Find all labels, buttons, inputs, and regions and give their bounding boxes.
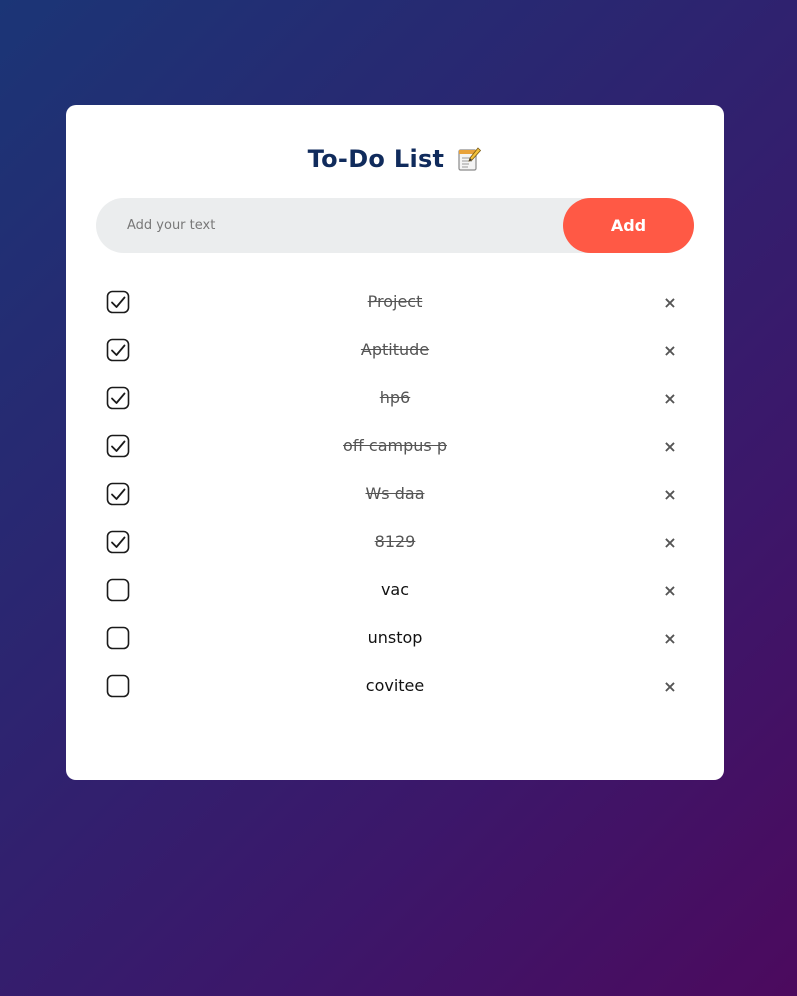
task-item: off campus p × (96, 422, 694, 470)
notepad-icon (456, 146, 482, 172)
delete-task-button[interactable]: × (660, 532, 680, 554)
task-label: covitee (365, 676, 425, 695)
add-button[interactable]: Add (563, 198, 694, 253)
unchecked-checkbox-icon[interactable] (106, 674, 130, 698)
task-item: covitee × (96, 662, 694, 710)
delete-task-button[interactable]: × (660, 388, 680, 410)
task-item: vac × (96, 566, 694, 614)
checked-checkbox-icon[interactable] (106, 386, 130, 410)
delete-task-button[interactable]: × (660, 292, 680, 314)
task-label: Aptitude (360, 340, 430, 359)
task-item: unstop × (96, 614, 694, 662)
checked-checkbox-icon[interactable] (106, 290, 130, 314)
delete-task-button[interactable]: × (660, 628, 680, 650)
task-item: Aptitude × (96, 326, 694, 374)
task-label: 8129 (374, 532, 416, 551)
task-item: 8129 × (96, 518, 694, 566)
task-label: vac (380, 580, 410, 599)
task-label: Ws daa (365, 484, 425, 503)
task-label: Project (367, 292, 423, 311)
checked-checkbox-icon[interactable] (106, 482, 130, 506)
unchecked-checkbox-icon[interactable] (106, 578, 130, 602)
task-item: Project × (96, 278, 694, 326)
task-label: unstop (367, 628, 423, 647)
delete-task-button[interactable]: × (660, 436, 680, 458)
add-task-bar: Add (96, 198, 694, 253)
page-title: To-Do List (307, 145, 445, 173)
checked-checkbox-icon[interactable] (106, 530, 130, 554)
delete-task-button[interactable]: × (660, 340, 680, 362)
todo-card: To-Do List Add Project×Aptitude×hp6×off … (66, 105, 724, 780)
task-list: Project × Aptitude × hp6 × off campus p × Ws daa… (96, 278, 694, 710)
task-item: hp6 × (96, 374, 694, 422)
unchecked-checkbox-icon[interactable] (106, 626, 130, 650)
checked-checkbox-icon[interactable] (106, 434, 130, 458)
delete-task-button[interactable]: × (660, 484, 680, 506)
delete-task-button[interactable]: × (660, 676, 680, 698)
task-input[interactable] (96, 198, 566, 253)
delete-task-button[interactable]: × (660, 580, 680, 602)
title-row: To-Do List (66, 145, 724, 173)
task-label: off campus p (343, 436, 447, 455)
task-label: hp6 (379, 388, 411, 407)
checked-checkbox-icon[interactable] (106, 338, 130, 362)
task-item: Ws daa × (96, 470, 694, 518)
